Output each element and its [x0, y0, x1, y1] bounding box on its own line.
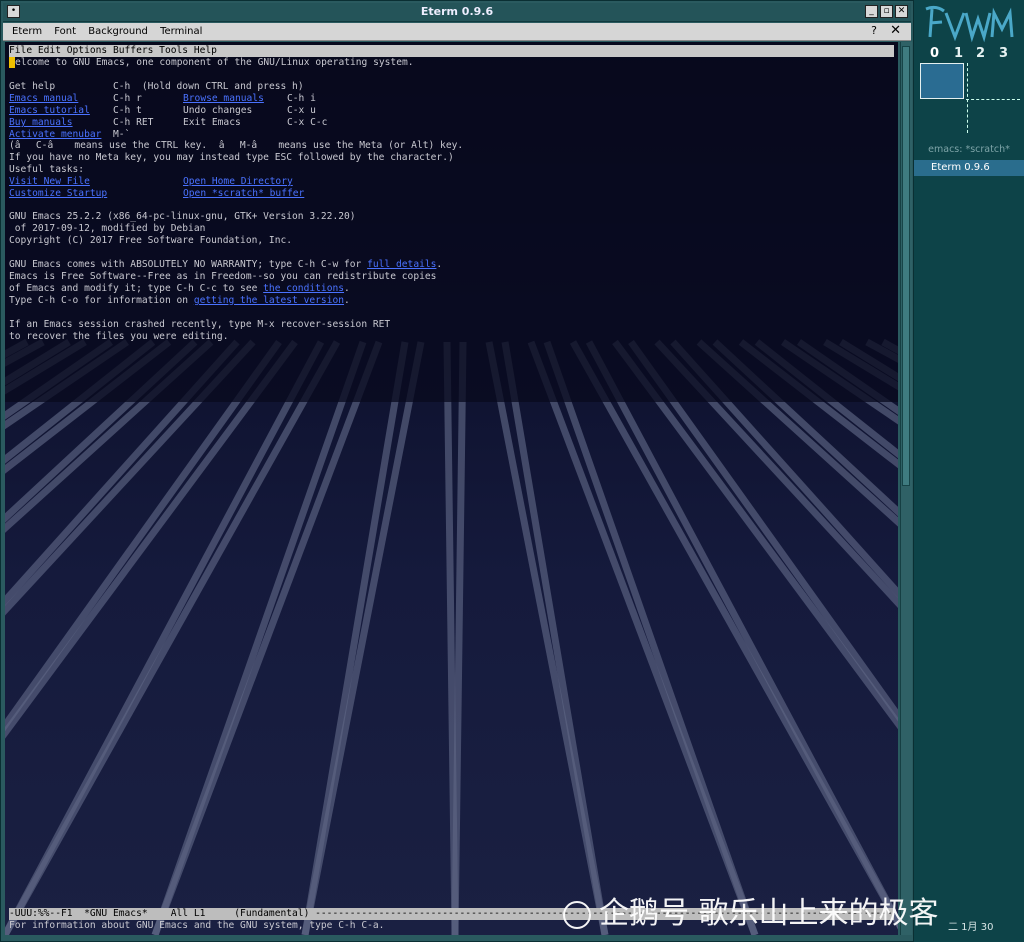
fvwm-pager-panel: 0 1 2 3 emacs: *scratch* Eterm 0.9.6	[914, 0, 1024, 942]
help-icon[interactable]: ?	[871, 24, 877, 37]
help-row-key: M-`	[113, 129, 131, 140]
free-software-line: Emacs is Free Software--Free as in Freed…	[9, 271, 437, 282]
help-row-label[interactable]: Emacs manual	[9, 93, 78, 105]
conditions-end: .	[344, 283, 350, 294]
help-row-action: Undo changes	[183, 105, 253, 116]
close-icon[interactable]: ✕	[890, 23, 901, 38]
grid-line	[485, 341, 609, 935]
latest-version-end: .	[344, 295, 350, 306]
scrollbar-thumb[interactable]	[902, 46, 910, 486]
help-row-action: Exit Emacs	[183, 117, 241, 128]
menu-background[interactable]: Background	[88, 26, 148, 37]
conditions-text: of Emacs and modify it; type C-h C-c to …	[9, 283, 264, 294]
terminal-area[interactable]: File Edit Options Buffers Tools Help elc…	[5, 42, 898, 935]
background-grid	[5, 42, 898, 935]
help-row-key: C-h RET	[113, 117, 154, 128]
window-title: Eterm 0.9.6	[420, 5, 494, 18]
minimize-button[interactable]: _	[865, 5, 878, 18]
welcome-line: elcome to GNU Emacs, one component of th…	[9, 57, 414, 69]
help-row-action-key: C-x C-c	[287, 117, 328, 128]
conditions-line: of Emacs and modify it; type C-h C-c to …	[9, 283, 350, 295]
help-row-label[interactable]: Buy manuals	[9, 117, 73, 129]
pager-window-thumbnail[interactable]	[920, 63, 964, 99]
close-button[interactable]: ✕	[895, 5, 908, 18]
emacs-minibuffer[interactable]: For information about GNU Emacs and the …	[9, 920, 384, 932]
grid-line	[301, 341, 409, 935]
help-row-action-key: C-x u	[287, 105, 316, 116]
help-row-label[interactable]: Emacs tutorial	[9, 105, 90, 117]
open-scratch-buffer-link[interactable]: Open *scratch* buffer	[183, 188, 304, 200]
help-row-label: Get help	[9, 81, 56, 92]
customize-startup-link[interactable]: Customize Startup	[9, 188, 107, 200]
grid-line	[5, 338, 29, 359]
grid-line	[881, 338, 898, 355]
grid-line	[5, 339, 172, 474]
warranty-text: GNU Emacs comes with ABSOLUTELY NO WARRA…	[9, 259, 368, 270]
meta-note: If you have no Meta key, you may instead…	[9, 152, 454, 163]
open-home-directory-link[interactable]: Open Home Directory	[183, 176, 293, 188]
desk-0[interactable]: 0	[930, 46, 939, 61]
warranty-end: .	[436, 259, 443, 270]
taskbar-item-eterm[interactable]: Eterm 0.9.6	[914, 160, 1024, 176]
full-details-link[interactable]: full details	[367, 259, 436, 270]
desk-2[interactable]: 2	[976, 46, 985, 61]
watermark-text: 企鹅号 歌乐山上来的极客	[599, 896, 939, 931]
eterm-menubar: Eterm Font Background Terminal ? ✕	[3, 23, 911, 41]
visit-new-file-link[interactable]: Visit New File	[9, 176, 90, 188]
window-titlebar[interactable]: • Eterm 0.9.6 _ ▫ ✕	[3, 3, 911, 22]
grid-line	[527, 340, 759, 935]
help-row-label[interactable]: Activate menubar	[9, 129, 101, 141]
latest-version-link[interactable]: getting the latest version	[194, 295, 344, 306]
pager-divider	[967, 63, 968, 133]
watermark-logo-icon	[563, 900, 591, 929]
pager-divider	[966, 99, 1020, 100]
crash-line-2: to recover the files you were editing.	[9, 331, 229, 342]
watermark: 企鹅号 歌乐山上来的极客	[563, 888, 939, 932]
desk-3[interactable]: 3	[999, 46, 1008, 61]
useful-tasks-heading: Useful tasks:	[9, 164, 85, 175]
help-row-action-key: C-h i	[287, 93, 316, 104]
taskbar-item-emacs[interactable]: emacs: *scratch*	[914, 144, 1024, 158]
conditions-link[interactable]: the conditions	[263, 283, 344, 294]
version-line: GNU Emacs 25.2.2 (x86_64-pc-linux-gnu, G…	[9, 211, 356, 222]
latest-version-text: Type C-h C-o for information on	[9, 295, 194, 306]
eterm-window: • Eterm 0.9.6 _ ▫ ✕ Eterm Font Backgroun…	[0, 0, 914, 942]
clock: 二 1月 30	[948, 922, 994, 933]
latest-version-line: Type C-h C-o for information on getting …	[9, 295, 350, 307]
emacs-menubar[interactable]: File Edit Options Buffers Tools Help	[9, 45, 894, 57]
maximize-button[interactable]: ▫	[880, 5, 893, 18]
warranty-line: GNU Emacs comes with ABSOLUTELY NO WARRA…	[9, 259, 442, 271]
terminal-scrollbar[interactable]	[900, 42, 912, 935]
welcome-text: elcome to GNU Emacs, one component of th…	[15, 57, 414, 68]
menu-font[interactable]: Font	[54, 26, 76, 37]
grid-line	[151, 340, 367, 935]
menu-eterm[interactable]: Eterm	[12, 26, 42, 37]
crash-line-1: If an Emacs session crashed recently, ty…	[9, 319, 391, 330]
help-row-action[interactable]: Browse manuals	[183, 93, 264, 105]
build-date-line: of 2017-09-12, modified by Debian	[9, 223, 206, 234]
help-row-key: C-h r	[113, 93, 142, 104]
grid-line	[754, 339, 898, 459]
taskbar-item-label: Eterm 0.9.6	[931, 162, 990, 173]
grid-line	[443, 341, 459, 935]
menu-terminal[interactable]: Terminal	[160, 26, 202, 37]
help-row-key: C-h t	[113, 105, 142, 116]
help-row-key: C-h (Hold down CTRL and press h)	[113, 81, 304, 92]
ctrl-note: (âC-â means use the CTRL key. âM-â…	[9, 140, 464, 151]
desk-1[interactable]: 1	[954, 46, 963, 61]
copyright-line: Copyright (C) 2017 Free Software Foundat…	[9, 235, 293, 246]
fvwm-logo-icon	[925, 5, 1014, 43]
